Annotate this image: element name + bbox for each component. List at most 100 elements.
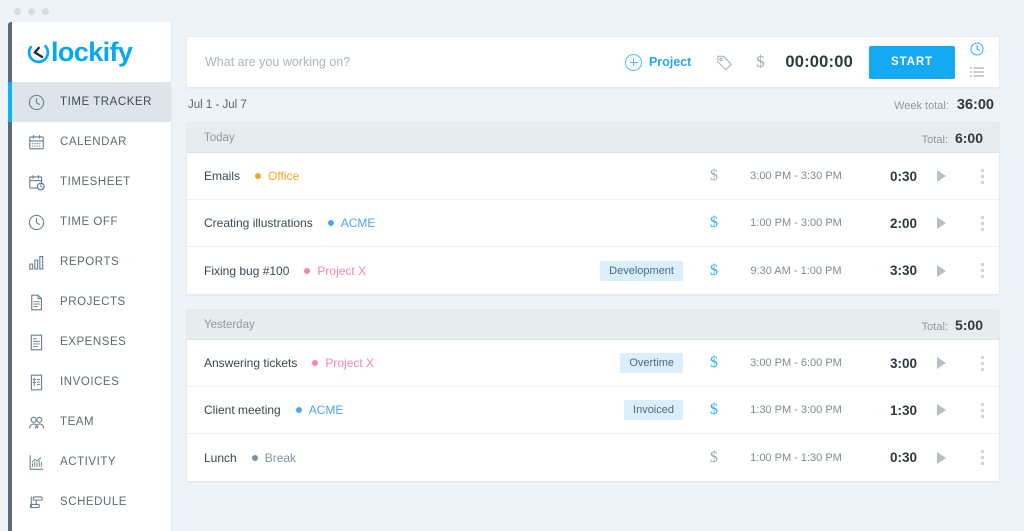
entry-duration[interactable]: 0:30 (861, 169, 917, 184)
kebab-menu-icon[interactable] (965, 450, 999, 465)
sidebar-item-label: SCHEDULE (60, 496, 127, 508)
play-icon[interactable] (917, 357, 965, 369)
project-color-dot (296, 407, 302, 413)
sidebar-item-projects[interactable]: PROJECTS (8, 282, 171, 322)
day-total: Total: 6:00 (922, 130, 983, 146)
kebab-menu-icon[interactable] (965, 169, 999, 184)
entry-duration[interactable]: 2:00 (861, 216, 917, 231)
timer-duration[interactable]: 00:00:00 (777, 53, 869, 72)
entry-billable-icon[interactable]: $ (697, 401, 731, 419)
sidebar-item-schedule[interactable]: SCHEDULE (8, 482, 171, 522)
entry-project[interactable]: ACME (328, 216, 376, 230)
week-date-range[interactable]: Jul 1 - Jul 7 (188, 99, 247, 111)
time-entry-row[interactable]: Client meeting ACME Invoiced $ 1:30 PM -… (187, 387, 999, 434)
entry-duration[interactable]: 1:30 (861, 403, 917, 418)
sidebar-item-label: CALENDAR (60, 136, 127, 148)
time-entry-row[interactable]: Fixing bug #100 Project X Development $ … (187, 247, 999, 294)
entry-project[interactable]: Project X (312, 356, 374, 370)
sidebar-item-label: INVOICES (60, 376, 119, 388)
entry-tag[interactable]: Overtime (620, 353, 683, 373)
entry-duration[interactable]: 3:30 (861, 263, 917, 278)
project-color-dot (328, 220, 334, 226)
entry-billable-icon[interactable]: $ (697, 262, 731, 280)
kebab-menu-icon[interactable] (965, 263, 999, 278)
entry-project[interactable]: Break (252, 451, 296, 465)
kebab-menu-icon[interactable] (965, 403, 999, 418)
entry-description[interactable]: Client meeting (204, 403, 281, 417)
day-group-today: Today Total: 6:00 Emails Office $ 3:00 (186, 122, 1000, 295)
window-maximize-dot[interactable] (42, 8, 49, 15)
entry-project[interactable]: Project X (304, 264, 366, 278)
timer-mode-toggle[interactable] (955, 41, 999, 83)
sidebar-item-calendar[interactable]: CALENDAR (8, 122, 171, 162)
entry-description[interactable]: Emails (204, 169, 240, 183)
play-icon[interactable] (917, 265, 965, 277)
window-close-dot[interactable] (14, 8, 21, 15)
project-color-dot (252, 455, 258, 461)
billable-toggle-icon[interactable]: $ (743, 52, 777, 72)
entry-duration[interactable]: 3:00 (861, 356, 917, 371)
entry-time-range[interactable]: 9:30 AM - 1:00 PM (731, 265, 861, 277)
time-entry-row[interactable]: Creating illustrations ACME $ 1:00 PM - … (187, 200, 999, 247)
sidebar-item-time-tracker[interactable]: TIME TRACKER (8, 82, 171, 122)
week-total: Week total: 36:00 (894, 97, 994, 113)
time-entry-row[interactable]: Emails Office $ 3:00 PM - 3:30 PM 0:30 (187, 153, 999, 200)
list-icon (969, 65, 985, 83)
tag-icon[interactable] (705, 53, 743, 72)
sidebar-item-label: EXPENSES (60, 336, 126, 348)
entry-description[interactable]: Lunch (204, 451, 237, 465)
kebab-menu-icon[interactable] (965, 216, 999, 231)
entry-description[interactable]: Creating illustrations (204, 216, 313, 230)
project-button-label: Project (649, 55, 691, 69)
entry-description[interactable]: Fixing bug #100 (204, 264, 289, 278)
time-entry-row[interactable]: Lunch Break $ 1:00 PM - 1:30 PM 0:30 (187, 434, 999, 481)
time-entry-row[interactable]: Answering tickets Project X Overtime $ 3… (187, 340, 999, 387)
entry-project-label: Project X (317, 264, 366, 278)
entry-billable-icon[interactable]: $ (697, 354, 731, 372)
task-description-input[interactable] (187, 37, 625, 87)
start-timer-button[interactable]: START (869, 46, 955, 79)
entry-project-label: Break (265, 451, 296, 465)
sidebar-item-timesheet[interactable]: TIMESHEET (8, 162, 171, 202)
entry-time-range[interactable]: 1:00 PM - 1:30 PM (731, 452, 861, 464)
sidebar-item-invoices[interactable]: INVOICES (8, 362, 171, 402)
timesheet-icon (26, 172, 46, 192)
entry-tag[interactable]: Development (600, 261, 683, 281)
timer-bar: Project $ 00:00:00 START (186, 36, 1000, 88)
entry-billable-icon[interactable]: $ (697, 167, 731, 185)
entry-time-range[interactable]: 1:30 PM - 3:00 PM (731, 404, 861, 416)
sidebar-item-activity[interactable]: ACTIVITY (8, 442, 171, 482)
play-icon[interactable] (917, 404, 965, 416)
play-icon[interactable] (917, 452, 965, 464)
sidebar: lockify TIME TRACKER CALEN (8, 22, 172, 531)
sidebar-item-team[interactable]: TEAM (8, 402, 171, 442)
entry-duration[interactable]: 0:30 (861, 450, 917, 465)
day-header: Today Total: 6:00 (187, 123, 999, 153)
invoice-icon (26, 372, 46, 392)
day-total-value: 5:00 (955, 317, 983, 333)
play-icon[interactable] (917, 217, 965, 229)
sidebar-item-label: TEAM (60, 416, 94, 428)
entry-time-range[interactable]: 3:00 PM - 3:30 PM (731, 170, 861, 182)
brand-logo[interactable]: lockify (8, 22, 171, 82)
sidebar-item-time-off[interactable]: TIME OFF (8, 202, 171, 242)
entry-tag[interactable]: Invoiced (624, 400, 683, 420)
clock-icon (26, 212, 46, 232)
entry-time-range[interactable]: 1:00 PM - 3:00 PM (731, 217, 861, 229)
day-total-label: Total: (922, 134, 948, 146)
sidebar-item-reports[interactable]: REPORTS (8, 242, 171, 282)
select-project-button[interactable]: Project (625, 54, 705, 71)
entry-time-range[interactable]: 3:00 PM - 6:00 PM (731, 357, 861, 369)
entry-billable-icon[interactable]: $ (697, 214, 731, 232)
play-icon[interactable] (917, 170, 965, 182)
kebab-menu-icon[interactable] (965, 356, 999, 371)
window-minimize-dot[interactable] (28, 8, 35, 15)
entry-project[interactable]: ACME (296, 403, 344, 417)
day-total-label: Total: (922, 321, 948, 333)
schedule-icon (26, 492, 46, 512)
entry-description[interactable]: Answering tickets (204, 356, 297, 370)
entry-billable-icon[interactable]: $ (697, 449, 731, 467)
sidebar-item-expenses[interactable]: EXPENSES (8, 322, 171, 362)
entry-project[interactable]: Office (255, 169, 299, 183)
entry-project-label: ACME (309, 403, 344, 417)
